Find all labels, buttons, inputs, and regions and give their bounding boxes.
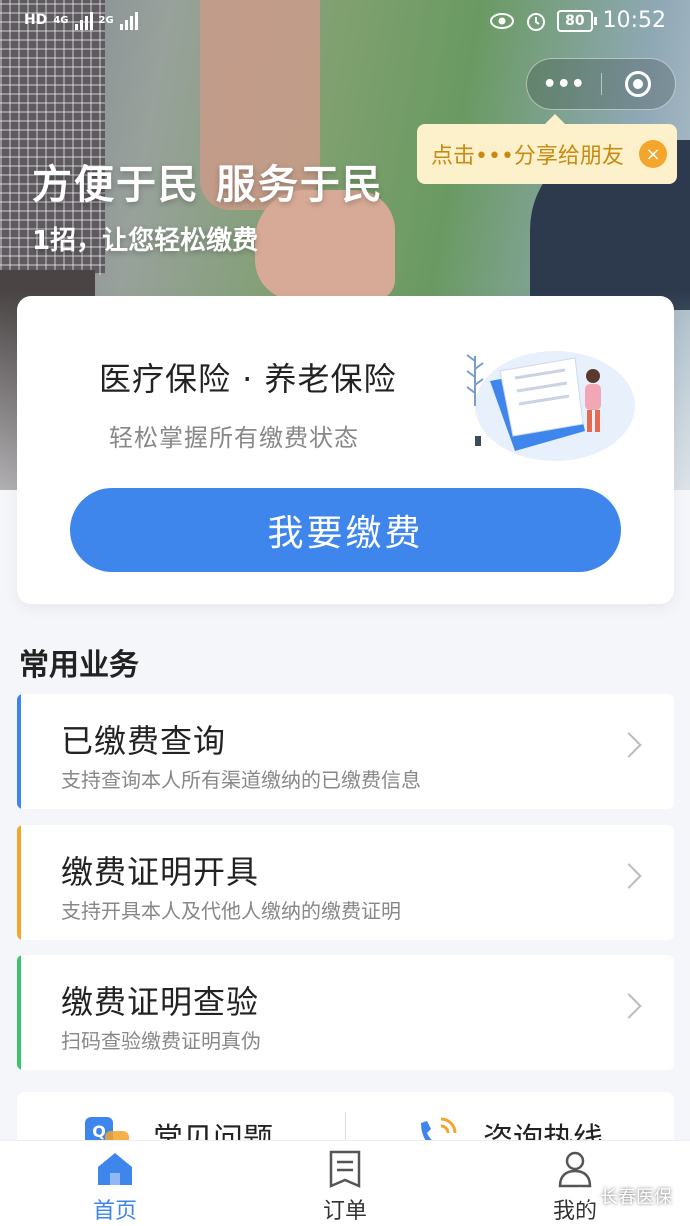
- service-item-certificate-verify[interactable]: 缴费证明查验 扫码查验缴费证明真伪: [17, 955, 674, 1070]
- chevron-right-icon: [616, 993, 642, 1019]
- hero-title: 方便于民 服务于民: [32, 162, 384, 208]
- miniprogram-capsule: •••: [526, 58, 676, 110]
- card-title: 医疗保险 · 养老保险: [99, 360, 397, 398]
- service-name: 缴费证明查验: [61, 983, 260, 1021]
- chevron-right-icon: [616, 863, 642, 889]
- battery-icon: 80: [557, 9, 598, 32]
- signal-icon: [74, 10, 93, 30]
- hero-subtitle: 1招，让您轻松缴费: [32, 226, 259, 256]
- hd-label: HD: [24, 12, 48, 28]
- eye-icon: [490, 12, 515, 29]
- service-desc: 支持开具本人及代他人缴纳的缴费证明: [61, 899, 401, 923]
- service-desc: 扫码查验缴费证明真伪: [61, 1029, 261, 1053]
- network-2g-label: 2G: [98, 14, 114, 26]
- service-item-payment-query[interactable]: 已缴费查询 支持查询本人所有渠道缴纳的已缴费信息: [17, 694, 674, 809]
- accent-bar: [17, 694, 21, 809]
- illustration-icon: [466, 351, 635, 461]
- watermark-text: 长春医保: [600, 1187, 672, 1208]
- status-left: HD 4G 2G: [24, 10, 138, 30]
- tab-label: 首页: [92, 1199, 137, 1224]
- tab-label: 订单: [322, 1199, 367, 1224]
- tab-home[interactable]: 首页: [0, 1141, 230, 1226]
- svg-text:Q: Q: [92, 1122, 106, 1141]
- service-item-certificate-issue[interactable]: 缴费证明开具 支持开具本人及代他人缴纳的缴费证明: [17, 825, 674, 940]
- insurance-card: 医疗保险 · 养老保险 轻松掌握所有缴费状态 我要缴费: [17, 296, 674, 604]
- home-icon: [98, 1153, 132, 1185]
- watermark: 长春医保: [572, 1183, 672, 1209]
- accent-bar: [17, 825, 21, 940]
- alarm-icon: [527, 12, 546, 31]
- status-right: 80 10:52: [489, 8, 666, 33]
- tab-orders[interactable]: 订单: [230, 1141, 460, 1226]
- service-desc: 支持查询本人所有渠道缴纳的已缴费信息: [61, 768, 421, 792]
- network-4g-label: 4G: [53, 14, 69, 26]
- accent-bar: [17, 955, 21, 1070]
- clock-time: 10:52: [602, 8, 666, 33]
- more-dots-icon[interactable]: •••: [527, 59, 601, 109]
- signal-icon-2: [119, 10, 138, 30]
- service-name: 缴费证明开具: [61, 853, 260, 891]
- status-bar: HD 4G 2G 80 10:52: [0, 0, 690, 46]
- share-tip-close-icon[interactable]: ×: [639, 140, 667, 168]
- chevron-right-icon: [616, 732, 642, 758]
- service-name: 已缴费查询: [61, 722, 227, 760]
- pay-button[interactable]: 我要缴费: [70, 488, 621, 572]
- share-tip: 点击•••分享给朋友 ×: [417, 114, 677, 184]
- wechat-icon: [572, 1187, 594, 1204]
- target-icon: [625, 71, 652, 97]
- card-subtitle: 轻松掌握所有缴费状态: [109, 424, 359, 452]
- order-icon: [329, 1150, 361, 1188]
- capsule-close-button[interactable]: [602, 59, 676, 109]
- section-title: 常用业务: [19, 648, 139, 683]
- share-tip-text: 点击•••分享给朋友: [431, 144, 624, 169]
